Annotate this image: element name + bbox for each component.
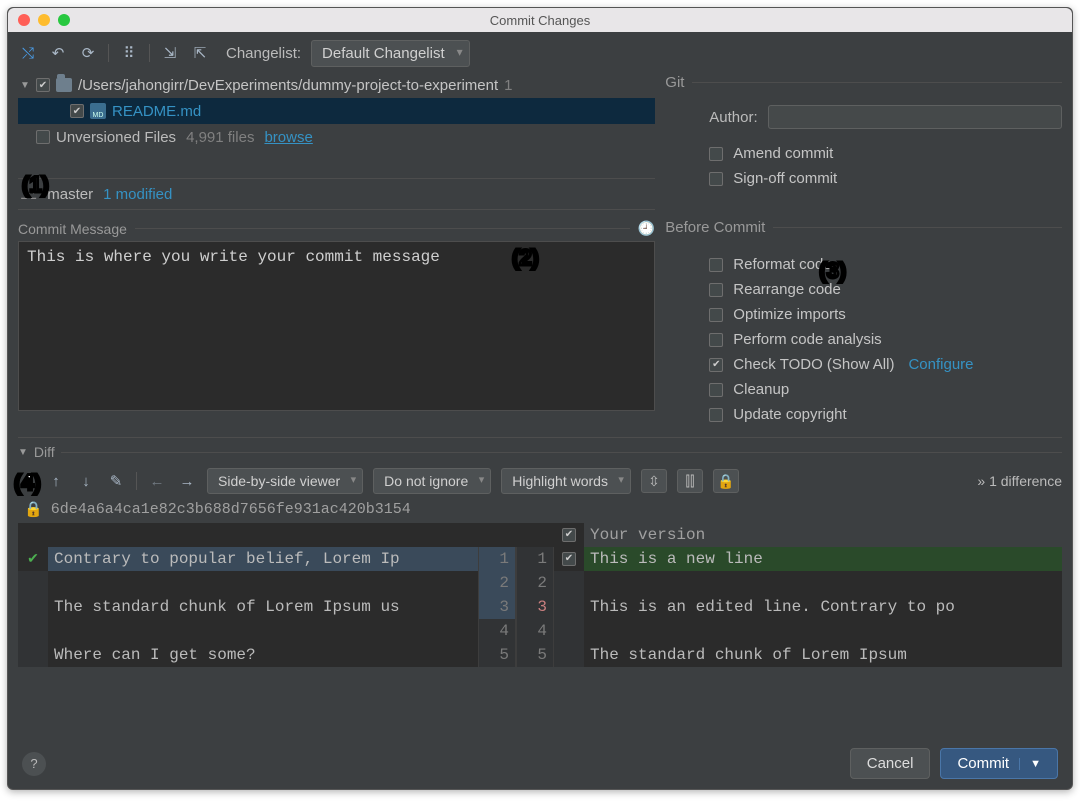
tree-file-row[interactable]: MD README.md — [18, 98, 655, 124]
expand-icon[interactable]: ⇲ — [160, 43, 180, 63]
branch-row: ⎇ master 1 modified — [18, 178, 655, 210]
analysis-checkbox[interactable] — [709, 333, 723, 347]
dialog-footer: ? Cancel Commit ▼ — [18, 738, 1062, 779]
diff-right-line: This is a new line — [584, 547, 1062, 571]
help-button[interactable]: ? — [22, 752, 46, 776]
chevron-down-icon[interactable]: ▼ — [20, 80, 30, 91]
cleanup-checkbox[interactable] — [709, 383, 723, 397]
group-icon[interactable]: ⠿ — [119, 43, 139, 63]
sync-scroll-button[interactable]: ⫿⫿ — [677, 469, 703, 493]
zoom-icon[interactable] — [58, 14, 70, 26]
line-include-checkbox[interactable] — [562, 552, 576, 566]
diff-left-line: The standard chunk of Lorem Ipsum us — [48, 595, 478, 619]
edit-icon[interactable]: ✎ — [106, 471, 126, 491]
next-change-icon[interactable]: ↓ — [76, 471, 96, 491]
diff-right-line: This is an edited line. Contrary to po — [584, 595, 1062, 619]
git-options: Amend commit Sign-off commit — [709, 145, 1062, 187]
changes-tree[interactable]: ▼ /Users/jahongirr/DevExperiments/dummy-… — [18, 72, 655, 150]
rearrange-checkbox[interactable] — [709, 283, 723, 297]
viewer-dropdown[interactable]: Side-by-side viewer — [207, 468, 363, 494]
diff-toolbar: ↑ ↓ ✎ ← → Side-by-side viewer Do not ign… — [18, 464, 1062, 498]
swap-icon[interactable]: ⤭ — [18, 43, 38, 63]
highlight-dropdown[interactable]: Highlight words — [501, 468, 631, 494]
diff-hash: 6de4a6a4ca1e82c3b688d7656fe931ac420b3154 — [51, 501, 411, 518]
branch-name: master — [47, 186, 93, 203]
before-commit-options: Reformat code Rearrange code Optimize im… — [709, 256, 1062, 423]
prev-file-icon[interactable]: ← — [147, 471, 167, 491]
signoff-label: Sign-off commit — [733, 170, 837, 187]
markdown-icon: MD — [90, 103, 106, 119]
reformat-checkbox[interactable] — [709, 258, 723, 272]
amend-label: Amend commit — [733, 145, 833, 162]
author-row: Author: — [709, 105, 1062, 129]
author-label: Author: — [709, 109, 757, 126]
tree-root-row[interactable]: ▼ /Users/jahongirr/DevExperiments/dummy-… — [18, 72, 655, 98]
changelist-dropdown[interactable]: Default Changelist — [311, 40, 470, 67]
diff-left-line: Contrary to popular belief, Lorem Ip — [48, 547, 478, 571]
changelist-label: Changelist: — [226, 45, 301, 62]
your-version-label: Your version — [584, 523, 1062, 547]
ignore-dropdown[interactable]: Do not ignore — [373, 468, 491, 494]
branch-modified[interactable]: 1 modified — [103, 186, 172, 203]
titlebar: Commit Changes — [8, 8, 1072, 32]
git-section-header: Git — [665, 74, 1062, 91]
undo-icon[interactable]: ↶ — [48, 43, 68, 63]
minimize-icon[interactable] — [38, 14, 50, 26]
cancel-button[interactable]: Cancel — [850, 748, 931, 779]
diff-count: » 1 difference — [977, 473, 1062, 489]
history-icon[interactable]: 🕘 — [638, 220, 655, 237]
root-checkbox[interactable] — [36, 78, 50, 92]
todo-configure-link[interactable]: Configure — [908, 356, 973, 373]
diff-table[interactable]: Your version ✔ Contrary to popular belie… — [18, 523, 1062, 667]
optimize-checkbox[interactable] — [709, 308, 723, 322]
file-checkbox[interactable] — [70, 104, 84, 118]
before-commit-header: Before Commit — [665, 219, 1062, 236]
close-icon[interactable] — [18, 14, 30, 26]
copyright-checkbox[interactable] — [709, 408, 723, 422]
chevron-down-icon[interactable]: ▼ — [1019, 758, 1041, 770]
commit-message-label: Commit Message — [18, 221, 127, 237]
branch-icon: ⎇ — [20, 185, 37, 203]
author-field[interactable] — [768, 105, 1062, 129]
lock-button[interactable]: 🔒 — [713, 469, 739, 493]
changelist-value: Default Changelist — [322, 45, 445, 62]
folder-icon — [56, 78, 72, 92]
collapse-unchanged-button[interactable]: ⇳ — [641, 469, 667, 493]
unversioned-count: 4,991 files — [186, 129, 254, 146]
diff-gutter-row: 🔒 6de4a6a4ca1e82c3b688d7656fe931ac420b31… — [18, 498, 1062, 523]
todo-checkbox[interactable] — [709, 358, 723, 372]
unversioned-checkbox[interactable] — [36, 130, 50, 144]
unversioned-label: Unversioned Files — [56, 129, 176, 146]
diff-header[interactable]: ▼ Diff — [18, 438, 1062, 464]
amend-checkbox[interactable] — [709, 147, 723, 161]
tree-unversioned-row[interactable]: Unversioned Files 4,991 files browse — [18, 124, 655, 150]
lock-icon: 🔒 — [24, 500, 43, 519]
diff-left-line: Where can I get some? — [48, 643, 478, 667]
check-icon: ✔ — [27, 551, 39, 568]
signoff-checkbox[interactable] — [709, 172, 723, 186]
window-controls — [18, 14, 70, 26]
commit-message-input[interactable] — [18, 241, 655, 411]
commit-toolbar: ⤭ ↶ ⟳ ⠿ ⇲ ⇱ Changelist: Default Changeli… — [18, 38, 1062, 68]
browse-link[interactable]: browse — [264, 129, 312, 146]
separator — [149, 44, 150, 62]
root-path: /Users/jahongirr/DevExperiments/dummy-pr… — [78, 77, 498, 94]
separator — [108, 44, 109, 62]
file-name: README.md — [112, 103, 201, 120]
collapse-icon[interactable]: ⇱ — [190, 43, 210, 63]
next-file-icon[interactable]: → — [177, 471, 197, 491]
your-version-checkbox[interactable] — [562, 528, 576, 542]
diff-right-line: The standard chunk of Lorem Ipsum — [584, 643, 1062, 667]
refresh-icon[interactable]: ⟳ — [78, 43, 98, 63]
commit-button[interactable]: Commit ▼ — [940, 748, 1058, 779]
chevron-down-icon[interactable]: ▼ — [18, 447, 28, 458]
prev-change-icon[interactable]: ↑ — [46, 471, 66, 491]
diff-section: ▼ Diff (4) ↑ ↓ ✎ ← → Side-by-side viewer… — [18, 437, 1062, 667]
commit-message-header: Commit Message 🕘 — [18, 220, 655, 237]
commit-dialog: Commit Changes ⤭ ↶ ⟳ ⠿ ⇲ ⇱ Changelist: D… — [7, 7, 1073, 790]
separator — [136, 472, 137, 490]
window-title: Commit Changes — [8, 13, 1072, 28]
root-count: 1 — [504, 77, 512, 94]
